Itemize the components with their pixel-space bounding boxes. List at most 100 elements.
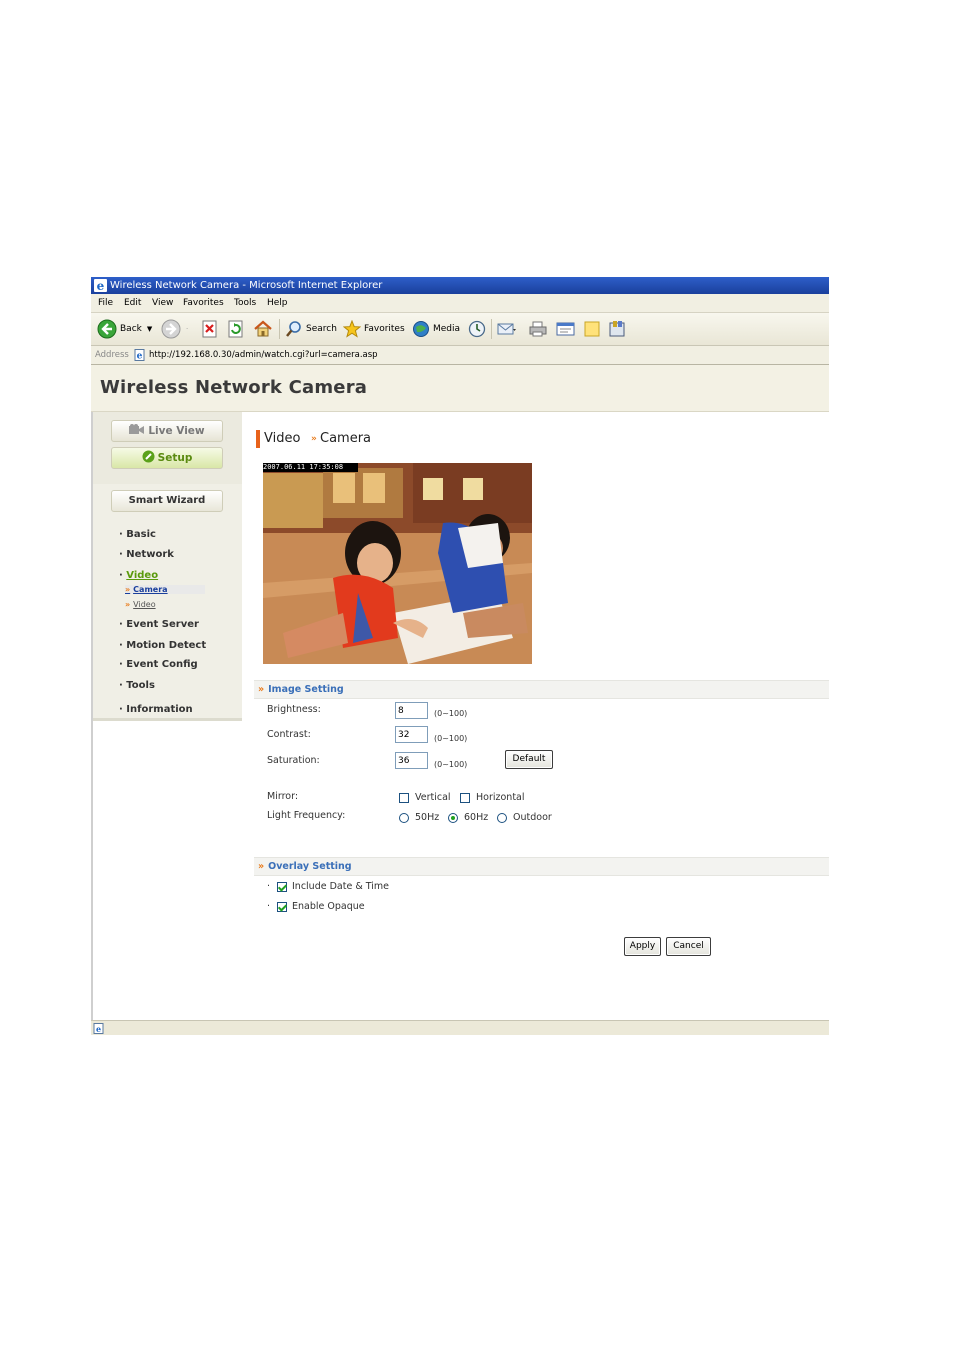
cancel-button[interactable]: Cancel <box>666 937 711 956</box>
mail-button[interactable] <box>497 318 517 340</box>
favorites-label: Favorites <box>364 324 405 334</box>
edit-button[interactable] <box>556 318 576 340</box>
image-setting-header: » Image Setting <box>254 680 829 699</box>
back-button[interactable]: Back ▼ <box>97 318 152 340</box>
forward-arrow-icon <box>161 319 181 339</box>
sidebar-item-event-server[interactable]: · Event Server <box>119 619 199 630</box>
forward-dropdown-icon[interactable]: · <box>186 325 188 333</box>
frequency-60hz-radio[interactable] <box>448 813 458 823</box>
media-label: Media <box>433 324 461 334</box>
history-icon <box>468 320 486 338</box>
camera-preview: 2007.06.11 17:35:08 <box>263 463 532 664</box>
frequency-outdoor-radio[interactable] <box>497 813 507 823</box>
horizontal-label: Horizontal <box>476 792 525 803</box>
mail-icon <box>497 323 516 335</box>
main-content: Video » Camera 2007.06.11 17:35:08 » Ima… <box>243 412 829 1020</box>
sidebar-subitem-camera[interactable]: » Camera <box>125 585 205 594</box>
light-frequency-label: Light Frequency: <box>267 810 346 821</box>
sidebar-item-motion-detect[interactable]: · Motion Detect <box>119 640 206 651</box>
menu-view[interactable]: View <box>152 294 173 312</box>
stop-button[interactable] <box>201 318 219 340</box>
sidebar-item-information[interactable]: · Information <box>119 704 193 715</box>
sidebar-item-label: Motion Detect <box>126 640 207 651</box>
apply-button[interactable]: Apply <box>624 937 661 956</box>
forward-button[interactable]: · <box>161 318 188 340</box>
contrast-input[interactable]: 32 <box>395 726 428 743</box>
sidebar-item-label: Information <box>126 704 193 715</box>
sidebar-item-event-config[interactable]: · Event Config <box>119 659 198 670</box>
menu-file[interactable]: File <box>98 294 113 312</box>
breadcrumb-arrow-icon: » <box>311 434 317 444</box>
overlay-setting-header: » Overlay Setting <box>254 857 829 876</box>
note-icon <box>584 321 600 337</box>
media-icon <box>413 321 429 337</box>
brightness-label: Brightness: <box>267 704 321 715</box>
print-button[interactable] <box>529 318 547 340</box>
media-button[interactable]: Media <box>412 318 460 340</box>
enable-opaque-checkbox[interactable] <box>277 902 287 912</box>
search-label: Search <box>306 324 337 334</box>
sidebar-item-label: Video <box>126 570 159 581</box>
back-arrow-icon <box>97 319 117 339</box>
research-button[interactable] <box>608 318 628 340</box>
app-header: Wireless Network Camera <box>91 365 829 412</box>
sidebar-item-basic[interactable]: · Basic <box>119 529 156 540</box>
sidebar-item-network[interactable]: · Network <box>119 549 174 560</box>
title-bar: e Wireless Network Camera - Microsoft In… <box>91 277 829 294</box>
default-button[interactable]: Default <box>505 750 553 769</box>
setup-label: Setup <box>157 452 193 464</box>
sidebar-item-video[interactable]: · Video <box>119 570 158 581</box>
live-view-label: Live View <box>148 425 205 437</box>
search-button[interactable]: Search <box>285 318 337 340</box>
live-view-button[interactable]: Live View <box>111 420 223 442</box>
frequency-50hz-radio[interactable] <box>399 813 409 823</box>
favorites-button[interactable]: Favorites <box>343 318 405 340</box>
menu-tools[interactable]: Tools <box>234 294 256 312</box>
sidebar-item-tools[interactable]: · Tools <box>119 680 155 691</box>
menu-help[interactable]: Help <box>267 294 288 312</box>
sidebar-item-label: Event Server <box>126 619 199 630</box>
bullet: · <box>267 881 271 892</box>
camera-timestamp: 2007.06.11 17:35:08 <box>263 463 358 472</box>
brightness-range: (0~100) <box>434 709 468 718</box>
bullet: · <box>267 901 271 912</box>
saturation-input[interactable]: 36 <box>395 752 428 769</box>
sidebar-top: Live View Setup <box>93 412 242 484</box>
setup-icon <box>142 450 155 463</box>
brightness-input[interactable]: 8 <box>395 702 428 719</box>
sidebar: Live View Setup Smart Wizard · Basic · N… <box>91 412 244 1020</box>
vertical-checkbox[interactable] <box>399 793 409 803</box>
image-setting-title: Image Setting <box>268 684 344 695</box>
vertical-label: Vertical <box>415 792 451 803</box>
home-button[interactable] <box>253 318 273 340</box>
refresh-button[interactable] <box>227 318 245 340</box>
page-icon: e <box>134 349 145 361</box>
sidebar-item-label: Tools <box>126 680 155 691</box>
saturation-label: Saturation: <box>267 755 320 766</box>
sidebar-menu: Smart Wizard · Basic · Network · Video »… <box>93 484 242 721</box>
include-date-label: Include Date & Time <box>292 881 390 892</box>
stop-icon <box>202 320 217 338</box>
history-button[interactable] <box>468 318 486 340</box>
menu-bar: File Edit View Favorites Tools Help <box>91 294 829 313</box>
saturation-range: (0~100) <box>434 760 468 769</box>
discuss-button[interactable] <box>583 318 601 340</box>
back-label: Back <box>120 324 142 334</box>
include-date-checkbox[interactable] <box>277 882 287 892</box>
contrast-label: Contrast: <box>267 729 311 740</box>
sidebar-item-label: Event Config <box>126 659 198 670</box>
sidebar-subitem-video[interactable]: » Video <box>125 600 156 609</box>
app-title: Wireless Network Camera <box>100 377 368 398</box>
edit-page-icon <box>556 322 575 336</box>
svg-text:e: e <box>97 279 105 292</box>
horizontal-checkbox[interactable] <box>460 793 470 803</box>
video-camera-icon <box>129 424 145 434</box>
setup-button[interactable]: Setup <box>111 447 223 469</box>
back-dropdown-icon[interactable]: ▼ <box>147 325 152 333</box>
smart-wizard-button[interactable]: Smart Wizard <box>111 490 223 512</box>
mirror-label: Mirror: <box>267 791 299 802</box>
menu-favorites[interactable]: Favorites <box>183 294 224 312</box>
menu-edit[interactable]: Edit <box>124 294 141 312</box>
frequency-50hz-label: 50Hz <box>415 812 440 823</box>
address-url[interactable]: http://192.168.0.30/admin/watch.cgi?url=… <box>149 346 378 364</box>
